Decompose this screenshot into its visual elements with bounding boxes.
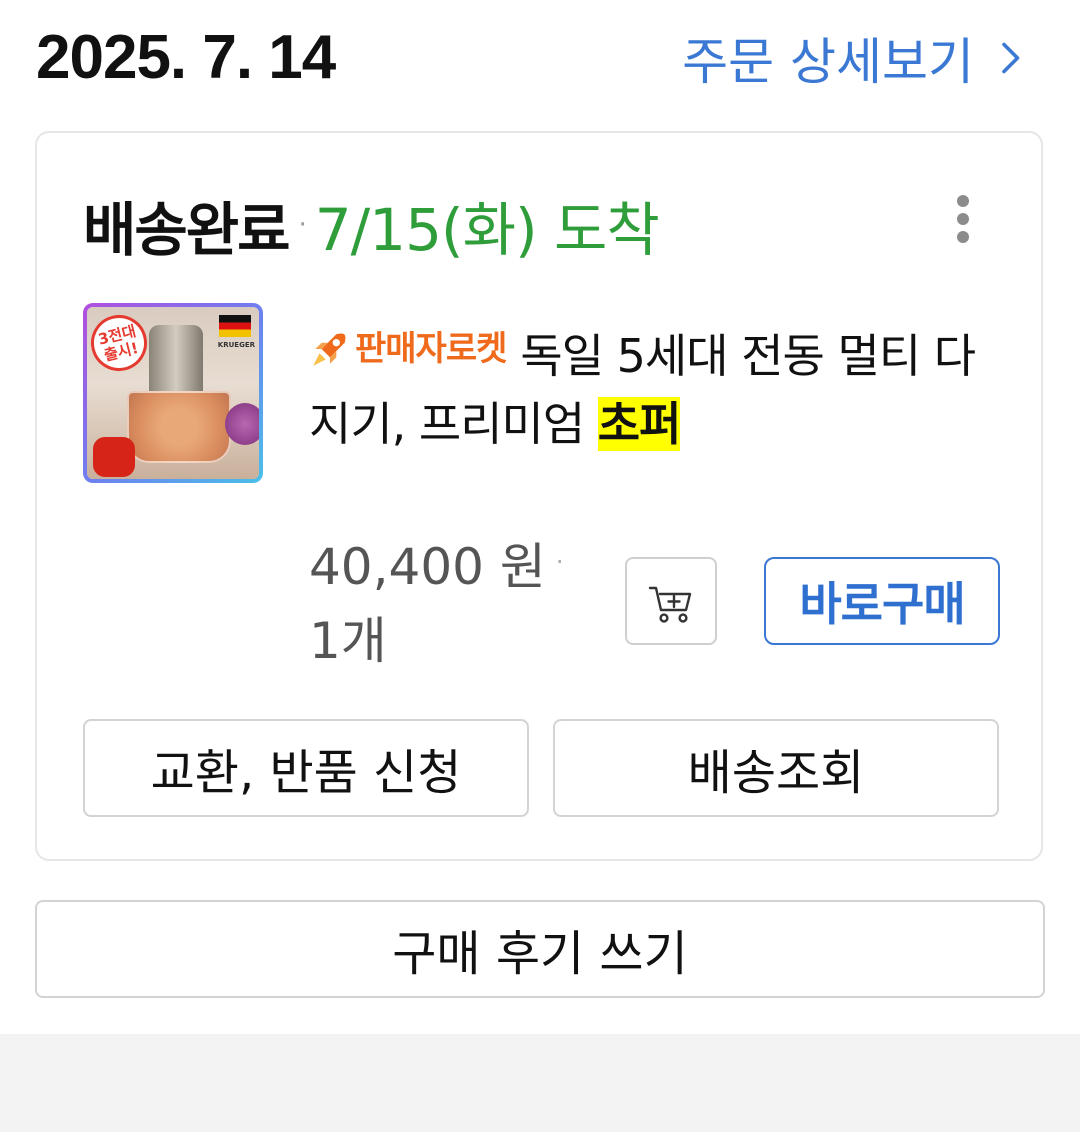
product-quantity: 1개 [309, 612, 387, 670]
order-card: 배송완료 · 7/15(화) 도착 3전대 출시! KRUEGER 판매자로켓 … [35, 131, 1043, 861]
chopper-bowl-shape [127, 391, 231, 463]
buy-now-button[interactable]: 바로구매 [764, 557, 1000, 645]
product-title-highlight: 초퍼 [597, 397, 681, 451]
chopper-jar-shape [149, 325, 203, 395]
onion-shape [225, 403, 259, 445]
footer-background [0, 1034, 1080, 1132]
add-to-cart-button[interactable] [625, 557, 717, 645]
product-title[interactable]: 판매자로켓 독일 5세대 전동 멀티 다지기, 프리미엄 초퍼 [309, 315, 989, 458]
product-price: 40,400 원 [309, 538, 546, 596]
chevron-right-icon [1002, 42, 1020, 74]
order-header: 2025. 7. 14 주문 상세보기 [0, 0, 1080, 118]
seller-rocket-badge: 판매자로켓 [309, 315, 507, 383]
status-separator: · [298, 210, 307, 240]
delivery-status: 배송완료 [83, 196, 290, 264]
return-exchange-button[interactable]: 교환, 반품 신청 [83, 719, 529, 817]
rocket-icon [313, 333, 346, 366]
order-page: 2025. 7. 14 주문 상세보기 배송완료 · 7/15(화) 도착 3전… [0, 0, 1080, 1132]
delivery-status-row: 배송완료 · 7/15(화) 도착 [83, 183, 660, 267]
order-date: 2025. 7. 14 [36, 23, 336, 92]
write-review-button[interactable]: 구매 후기 쓰기 [35, 900, 1045, 998]
cart-plus-icon [648, 586, 692, 623]
product-thumbnail[interactable]: 3전대 출시! KRUEGER [83, 303, 263, 483]
german-flag-icon [219, 315, 251, 337]
price-separator: · [555, 548, 564, 576]
more-vertical-icon[interactable] [955, 195, 971, 243]
order-detail-label: 주문 상세보기 [682, 33, 974, 91]
order-detail-link[interactable]: 주문 상세보기 [682, 22, 1028, 94]
thumbnail-brand-mark: KRUEGER [217, 341, 255, 349]
arrival-date: 7/15(화) 도착 [314, 196, 660, 264]
pepper-shape [93, 437, 135, 477]
seller-rocket-label: 판매자로켓 [355, 329, 507, 369]
price-block: 40,400 원 · 1개 [309, 525, 564, 678]
track-delivery-button[interactable]: 배송조회 [553, 719, 999, 817]
